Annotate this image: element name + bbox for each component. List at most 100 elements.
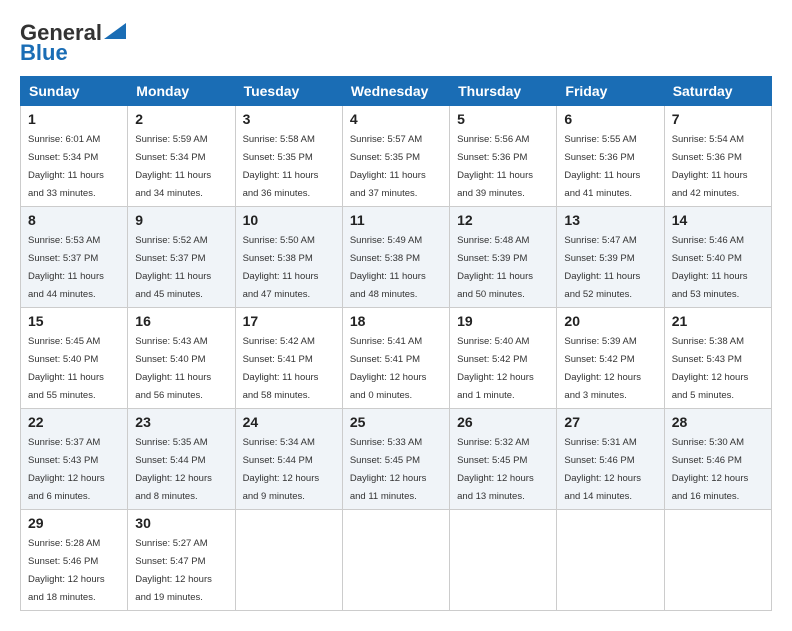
calendar-day-16: 16Sunrise: 5:43 AM Sunset: 5:40 PM Dayli…	[128, 308, 235, 409]
day-number: 15	[28, 313, 120, 329]
calendar-day-3: 3Sunrise: 5:58 AM Sunset: 5:35 PM Daylig…	[235, 106, 342, 207]
day-info: Sunrise: 5:52 AM Sunset: 5:37 PM Dayligh…	[135, 235, 211, 300]
calendar-day-20: 20 Sunrise: 5:39 AM Sunset: 5:42 PM Dayli…	[557, 308, 664, 409]
calendar-week-5: 29Sunrise: 5:28 AM Sunset: 5:46 PM Dayli…	[21, 510, 772, 611]
day-number: 10	[243, 212, 335, 228]
day-number: 9	[135, 212, 227, 228]
day-number: 18	[350, 313, 442, 329]
calendar-day-14: 14 Sunrise: 5:46 AM Sunset: 5:40 PM Dayli…	[664, 207, 771, 308]
day-number: 11	[350, 212, 442, 228]
day-info: Sunrise: 5:53 AM Sunset: 5:37 PM Dayligh…	[28, 235, 104, 300]
calendar-day-29: 29Sunrise: 5:28 AM Sunset: 5:46 PM Dayli…	[21, 510, 128, 611]
empty-cell	[235, 510, 342, 611]
calendar-day-12: 12 Sunrise: 5:48 AM Sunset: 5:39 PM Dayli…	[450, 207, 557, 308]
day-info: Sunrise: 5:41 AM Sunset: 5:41 PM Dayligh…	[350, 336, 427, 401]
day-info: Sunrise: 5:33 AM Sunset: 5:45 PM Dayligh…	[350, 437, 427, 502]
calendar-day-25: 25Sunrise: 5:33 AM Sunset: 5:45 PM Dayli…	[342, 409, 449, 510]
col-header-wednesday: Wednesday	[342, 77, 449, 106]
calendar-week-3: 15 Sunrise: 5:45 AM Sunset: 5:40 PM Dayli…	[21, 308, 772, 409]
calendar-day-28: 28 Sunrise: 5:30 AM Sunset: 5:46 PM Dayli…	[664, 409, 771, 510]
logo-blue: Blue	[20, 40, 68, 66]
day-info: Sunrise: 5:30 AM Sunset: 5:46 PM Dayligh…	[672, 437, 749, 502]
calendar-day-1: 1 Sunrise: 6:01 AM Sunset: 5:34 PM Daylig…	[21, 106, 128, 207]
day-info: Sunrise: 5:37 AM Sunset: 5:43 PM Dayligh…	[28, 437, 105, 502]
day-info: Sunrise: 5:56 AM Sunset: 5:36 PM Dayligh…	[457, 134, 533, 199]
calendar-day-18: 18 Sunrise: 5:41 AM Sunset: 5:41 PM Dayli…	[342, 308, 449, 409]
day-number: 20	[564, 313, 656, 329]
day-number: 1	[28, 111, 120, 127]
day-number: 19	[457, 313, 549, 329]
day-number: 4	[350, 111, 442, 127]
day-info: Sunrise: 5:34 AM Sunset: 5:44 PM Dayligh…	[243, 437, 320, 502]
empty-cell	[664, 510, 771, 611]
col-header-saturday: Saturday	[664, 77, 771, 106]
col-header-monday: Monday	[128, 77, 235, 106]
day-number: 26	[457, 414, 549, 430]
day-number: 30	[135, 515, 227, 531]
day-info: Sunrise: 5:31 AM Sunset: 5:46 PM Dayligh…	[564, 437, 641, 502]
calendar-day-27: 27 Sunrise: 5:31 AM Sunset: 5:46 PM Dayli…	[557, 409, 664, 510]
day-info: Sunrise: 5:59 AM Sunset: 5:34 PM Dayligh…	[135, 134, 211, 199]
day-number: 21	[672, 313, 764, 329]
day-number: 3	[243, 111, 335, 127]
calendar-day-21: 21 Sunrise: 5:38 AM Sunset: 5:43 PM Dayli…	[664, 308, 771, 409]
day-info: Sunrise: 5:40 AM Sunset: 5:42 PM Dayligh…	[457, 336, 534, 401]
calendar-day-8: 8 Sunrise: 5:53 AM Sunset: 5:37 PM Daylig…	[21, 207, 128, 308]
calendar-day-5: 5 Sunrise: 5:56 AM Sunset: 5:36 PM Daylig…	[450, 106, 557, 207]
calendar-day-13: 13 Sunrise: 5:47 AM Sunset: 5:39 PM Dayli…	[557, 207, 664, 308]
day-number: 7	[672, 111, 764, 127]
day-number: 24	[243, 414, 335, 430]
day-number: 27	[564, 414, 656, 430]
calendar-week-2: 8 Sunrise: 5:53 AM Sunset: 5:37 PM Daylig…	[21, 207, 772, 308]
calendar-day-10: 10 Sunrise: 5:50 AM Sunset: 5:38 PM Dayli…	[235, 207, 342, 308]
day-info: Sunrise: 5:46 AM Sunset: 5:40 PM Dayligh…	[672, 235, 748, 300]
page-header: General Blue	[20, 20, 772, 66]
calendar-day-22: 22 Sunrise: 5:37 AM Sunset: 5:43 PM Dayli…	[21, 409, 128, 510]
calendar-day-24: 24 Sunrise: 5:34 AM Sunset: 5:44 PM Dayli…	[235, 409, 342, 510]
day-info: Sunrise: 5:47 AM Sunset: 5:39 PM Dayligh…	[564, 235, 640, 300]
day-info: Sunrise: 5:49 AM Sunset: 5:38 PM Dayligh…	[350, 235, 426, 300]
day-number: 14	[672, 212, 764, 228]
day-info: Sunrise: 5:32 AM Sunset: 5:45 PM Dayligh…	[457, 437, 534, 502]
calendar-day-11: 11 Sunrise: 5:49 AM Sunset: 5:38 PM Dayli…	[342, 207, 449, 308]
calendar-day-9: 9 Sunrise: 5:52 AM Sunset: 5:37 PM Daylig…	[128, 207, 235, 308]
day-info: Sunrise: 5:45 AM Sunset: 5:40 PM Dayligh…	[28, 336, 104, 401]
calendar-day-15: 15 Sunrise: 5:45 AM Sunset: 5:40 PM Dayli…	[21, 308, 128, 409]
day-number: 5	[457, 111, 549, 127]
calendar-day-23: 23Sunrise: 5:35 AM Sunset: 5:44 PM Dayli…	[128, 409, 235, 510]
day-info: Sunrise: 5:38 AM Sunset: 5:43 PM Dayligh…	[672, 336, 749, 401]
col-header-tuesday: Tuesday	[235, 77, 342, 106]
calendar-day-7: 7Sunrise: 5:54 AM Sunset: 5:36 PM Daylig…	[664, 106, 771, 207]
day-info: Sunrise: 6:01 AM Sunset: 5:34 PM Dayligh…	[28, 134, 104, 199]
day-info: Sunrise: 5:50 AM Sunset: 5:38 PM Dayligh…	[243, 235, 319, 300]
calendar-day-26: 26 Sunrise: 5:32 AM Sunset: 5:45 PM Dayli…	[450, 409, 557, 510]
calendar-day-19: 19 Sunrise: 5:40 AM Sunset: 5:42 PM Dayli…	[450, 308, 557, 409]
day-number: 28	[672, 414, 764, 430]
col-header-friday: Friday	[557, 77, 664, 106]
day-info: Sunrise: 5:48 AM Sunset: 5:39 PM Dayligh…	[457, 235, 533, 300]
logo-icon	[104, 23, 126, 39]
day-number: 22	[28, 414, 120, 430]
calendar-day-6: 6 Sunrise: 5:55 AM Sunset: 5:36 PM Daylig…	[557, 106, 664, 207]
calendar-week-1: 1 Sunrise: 6:01 AM Sunset: 5:34 PM Daylig…	[21, 106, 772, 207]
calendar-header-row: SundayMondayTuesdayWednesdayThursdayFrid…	[21, 77, 772, 106]
day-info: Sunrise: 5:39 AM Sunset: 5:42 PM Dayligh…	[564, 336, 641, 401]
empty-cell	[450, 510, 557, 611]
day-number: 13	[564, 212, 656, 228]
day-number: 2	[135, 111, 227, 127]
day-number: 17	[243, 313, 335, 329]
day-number: 8	[28, 212, 120, 228]
day-info: Sunrise: 5:35 AM Sunset: 5:44 PM Dayligh…	[135, 437, 212, 502]
day-number: 29	[28, 515, 120, 531]
calendar-table: SundayMondayTuesdayWednesdayThursdayFrid…	[20, 76, 772, 611]
calendar-week-4: 22 Sunrise: 5:37 AM Sunset: 5:43 PM Dayli…	[21, 409, 772, 510]
day-number: 6	[564, 111, 656, 127]
calendar-day-17: 17 Sunrise: 5:42 AM Sunset: 5:41 PM Dayli…	[235, 308, 342, 409]
logo: General Blue	[20, 20, 126, 66]
calendar-day-30: 30Sunrise: 5:27 AM Sunset: 5:47 PM Dayli…	[128, 510, 235, 611]
day-info: Sunrise: 5:42 AM Sunset: 5:41 PM Dayligh…	[243, 336, 319, 401]
empty-cell	[342, 510, 449, 611]
day-number: 12	[457, 212, 549, 228]
col-header-sunday: Sunday	[21, 77, 128, 106]
day-info: Sunrise: 5:55 AM Sunset: 5:36 PM Dayligh…	[564, 134, 640, 199]
